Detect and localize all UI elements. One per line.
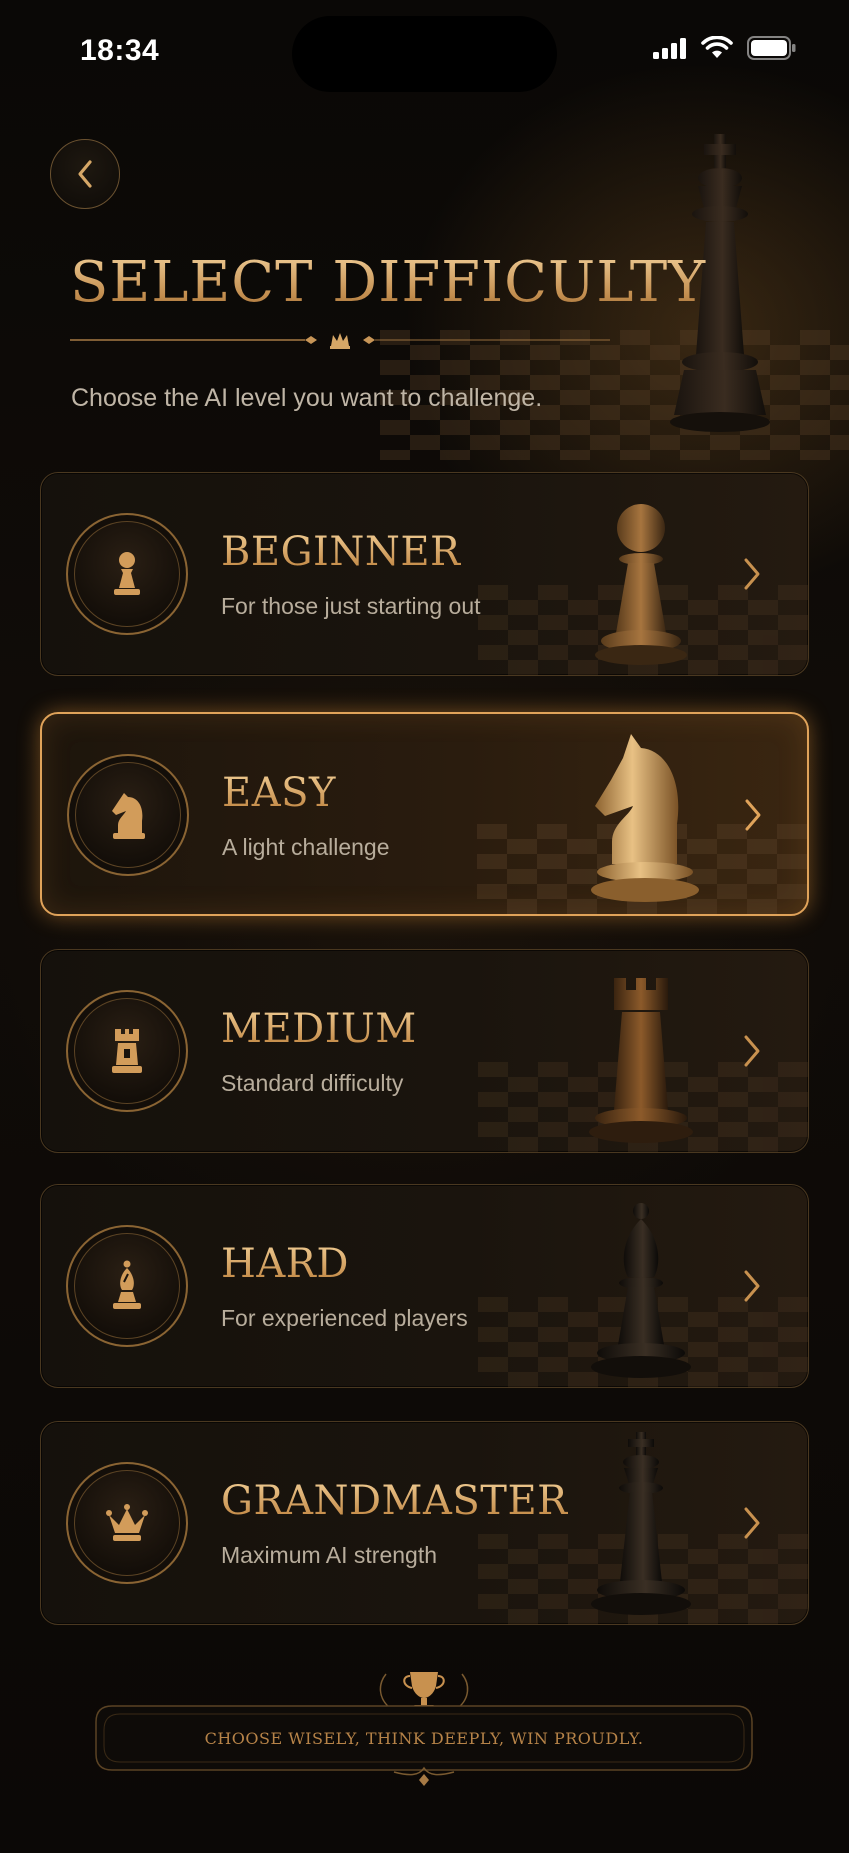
- chevron-left-icon: [78, 160, 92, 188]
- chevron-right-icon: [744, 1507, 760, 1539]
- king-piece-illustration: [591, 1432, 691, 1615]
- difficulty-card-easy[interactable]: EASY A light challenge: [40, 712, 809, 916]
- level-name: MEDIUM: [221, 1006, 417, 1052]
- difficulty-card-medium[interactable]: MEDIUM Standard difficulty: [40, 949, 809, 1153]
- crown-icon: [106, 1504, 148, 1541]
- level-description: For those just starting out: [221, 593, 481, 619]
- back-button[interactable]: [50, 139, 120, 209]
- rook-piece-illustration: [589, 978, 693, 1143]
- chevron-right-icon: [744, 1270, 760, 1302]
- status-time: 18:34: [80, 34, 160, 67]
- rook-icon: [112, 1029, 142, 1073]
- difficulty-card-hard[interactable]: HARD For experienced players: [40, 1184, 809, 1388]
- chevron-right-icon: [745, 799, 761, 831]
- level-description: A light challenge: [222, 834, 390, 860]
- bishop-piece-illustration: [591, 1203, 691, 1378]
- level-description: Maximum AI strength: [221, 1542, 438, 1568]
- pawn-icon: [114, 552, 140, 595]
- level-medallion: [66, 1225, 188, 1347]
- level-description: For experienced players: [221, 1305, 468, 1331]
- level-medallion: [67, 754, 189, 876]
- difficulty-card-grandmaster[interactable]: GRANDMASTER Maximum AI strength: [40, 1421, 809, 1625]
- page-subtitle: Choose the AI level you want to challeng…: [71, 384, 543, 412]
- level-medallion: [66, 990, 188, 1112]
- chevron-right-icon: [744, 1035, 760, 1067]
- difficulty-screen: 18:34 SELECT DIFFICULTY Choose the AI le…: [0, 0, 849, 1853]
- page-title: SELECT DIFFICULTY: [70, 250, 707, 315]
- wifi-icon: [701, 36, 733, 58]
- bishop-icon: [113, 1260, 141, 1309]
- signal-icon: [653, 38, 686, 59]
- knight-piece-illustration: [591, 734, 699, 902]
- pawn-piece-illustration: [595, 504, 687, 665]
- chevron-right-icon: [744, 558, 760, 590]
- footer-motto: CHOOSE WISELY, THINK DEEPLY, WIN PROUDLY…: [204, 1729, 644, 1748]
- title-divider-ornament: [70, 333, 610, 349]
- level-name: BEGINNER: [221, 529, 461, 575]
- knight-icon: [112, 793, 145, 839]
- battery-icon: [747, 36, 796, 60]
- level-name: GRANDMASTER: [221, 1478, 568, 1524]
- difficulty-card-beginner[interactable]: BEGINNER For those just starting out: [40, 472, 809, 676]
- level-medallion: [66, 513, 188, 635]
- status-bar: 18:34: [0, 0, 849, 100]
- level-name: EASY: [222, 770, 336, 816]
- dynamic-island: [292, 16, 557, 92]
- level-description: Standard difficulty: [221, 1070, 404, 1096]
- footer-ornament: [393, 1766, 455, 1786]
- level-medallion: [66, 1462, 188, 1584]
- level-name: HARD: [221, 1241, 349, 1287]
